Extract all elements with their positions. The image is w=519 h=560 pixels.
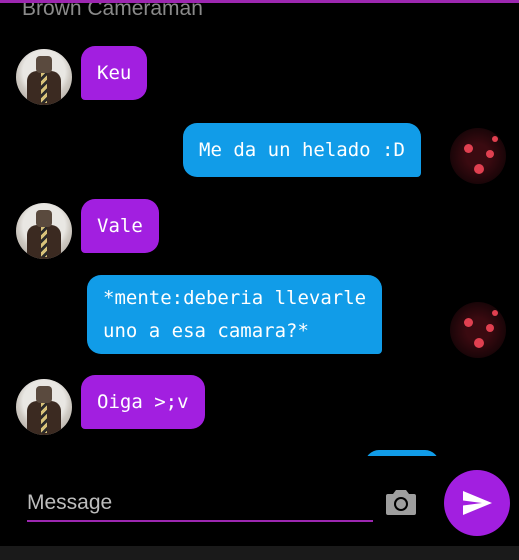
camera-icon[interactable] xyxy=(385,488,417,516)
user-avatar[interactable] xyxy=(450,302,506,358)
message-bubble-incoming[interactable]: Vale xyxy=(81,199,159,253)
message-bubble-outgoing[interactable]: *mente:deberia llevarle uno a esa camara… xyxy=(87,275,383,354)
contact-avatar[interactable] xyxy=(16,49,72,105)
message-text: Me da un helado :D xyxy=(199,139,405,161)
message-composer xyxy=(0,456,519,546)
message-bubble-incoming[interactable]: Keu xyxy=(81,46,148,100)
message-text: Keu xyxy=(97,62,132,84)
message-text-line: uno a esa camara?* xyxy=(103,320,309,342)
message-list[interactable]: Keu Me da un helado :D Vale *mente:deber… xyxy=(0,26,519,456)
contact-avatar[interactable] xyxy=(16,379,72,435)
message-bubble-incoming[interactable]: Oiga >;v xyxy=(81,375,205,429)
message-text-line: *mente:deberia llevarle xyxy=(103,287,367,309)
user-avatar[interactable] xyxy=(450,128,506,184)
contact-avatar[interactable] xyxy=(16,203,72,259)
send-icon xyxy=(463,491,492,515)
message-text: Oiga >;v xyxy=(97,391,189,413)
message-bubble-outgoing[interactable]: Me da un helado :D xyxy=(183,123,421,177)
message-input[interactable] xyxy=(27,486,373,522)
message-text: Vale xyxy=(97,215,143,237)
send-button[interactable] xyxy=(444,470,510,536)
system-nav-strip xyxy=(0,546,519,560)
chat-title: Brown Cameraman xyxy=(22,0,203,20)
chat-header: Brown Cameraman xyxy=(0,0,519,26)
